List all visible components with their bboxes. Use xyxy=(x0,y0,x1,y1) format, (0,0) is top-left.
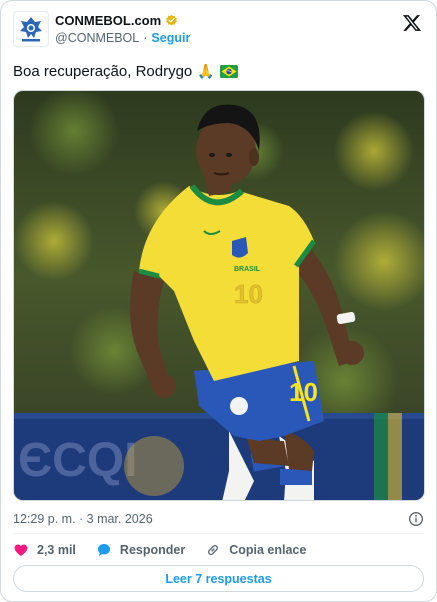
copy-link-button[interactable]: Copia enlace xyxy=(205,542,306,558)
player-photo: ЄCQI 10 BRASIL 10 xyxy=(14,91,424,500)
brazil-flag-icon xyxy=(219,65,238,78)
x-logo-icon[interactable] xyxy=(402,13,422,33)
reply-button[interactable]: Responder xyxy=(96,542,185,558)
avatar[interactable] xyxy=(13,11,49,47)
conmebol-logo-icon xyxy=(20,17,42,42)
link-icon xyxy=(208,545,219,555)
follow-button[interactable]: Seguir xyxy=(151,31,190,45)
verified-gold-badge-icon xyxy=(166,14,177,26)
author-handle[interactable]: @CONMEBOL xyxy=(55,31,139,45)
action-bar: 2,3 mil Responder Copia enlace xyxy=(13,540,424,560)
svg-text:ЄCQI: ЄCQI xyxy=(18,434,137,487)
tweet-body: Boa recuperação, Rodrygo xyxy=(13,63,193,80)
like-button[interactable]: 2,3 mil xyxy=(13,542,76,558)
svg-text:10: 10 xyxy=(234,279,263,309)
reply-label: Responder xyxy=(119,543,186,557)
tweet-header: CONMEBOL.com @CONMEBOL · Seguir xyxy=(13,11,424,53)
like-count: 2,3 mil xyxy=(37,543,76,557)
timestamp-row: 12:29 p. m. · 3 mar. 2026 xyxy=(13,510,424,528)
tweet-card: CONMEBOL.com @CONMEBOL · Seguir Boa recu… xyxy=(0,0,437,602)
divider xyxy=(13,533,424,534)
display-name[interactable]: CONMEBOL.com xyxy=(55,13,161,28)
speech-bubble-icon xyxy=(97,544,110,556)
svg-text:BRASIL: BRASIL xyxy=(234,266,261,273)
tweet-media-photo[interactable]: ЄCQI 10 BRASIL 10 xyxy=(13,90,425,501)
copy-link-label: Copia enlace xyxy=(229,543,307,557)
svg-text:10: 10 xyxy=(289,377,318,407)
info-icon[interactable] xyxy=(408,511,424,527)
praying-hands-emoji: 🙏 xyxy=(197,63,215,79)
author-names: CONMEBOL.com @CONMEBOL · Seguir xyxy=(55,13,190,45)
heart-icon xyxy=(14,544,28,556)
timestamp[interactable]: 12:29 p. m. · 3 mar. 2026 xyxy=(13,512,153,526)
name-row: CONMEBOL.com xyxy=(55,13,190,28)
tweet-text: Boa recuperação, Rodrygo 🙏 xyxy=(13,63,238,80)
separator-dot: · xyxy=(143,31,148,45)
handle-row: @CONMEBOL · Seguir xyxy=(55,31,190,45)
read-replies-button[interactable]: Leer 7 respuestas xyxy=(13,565,424,592)
